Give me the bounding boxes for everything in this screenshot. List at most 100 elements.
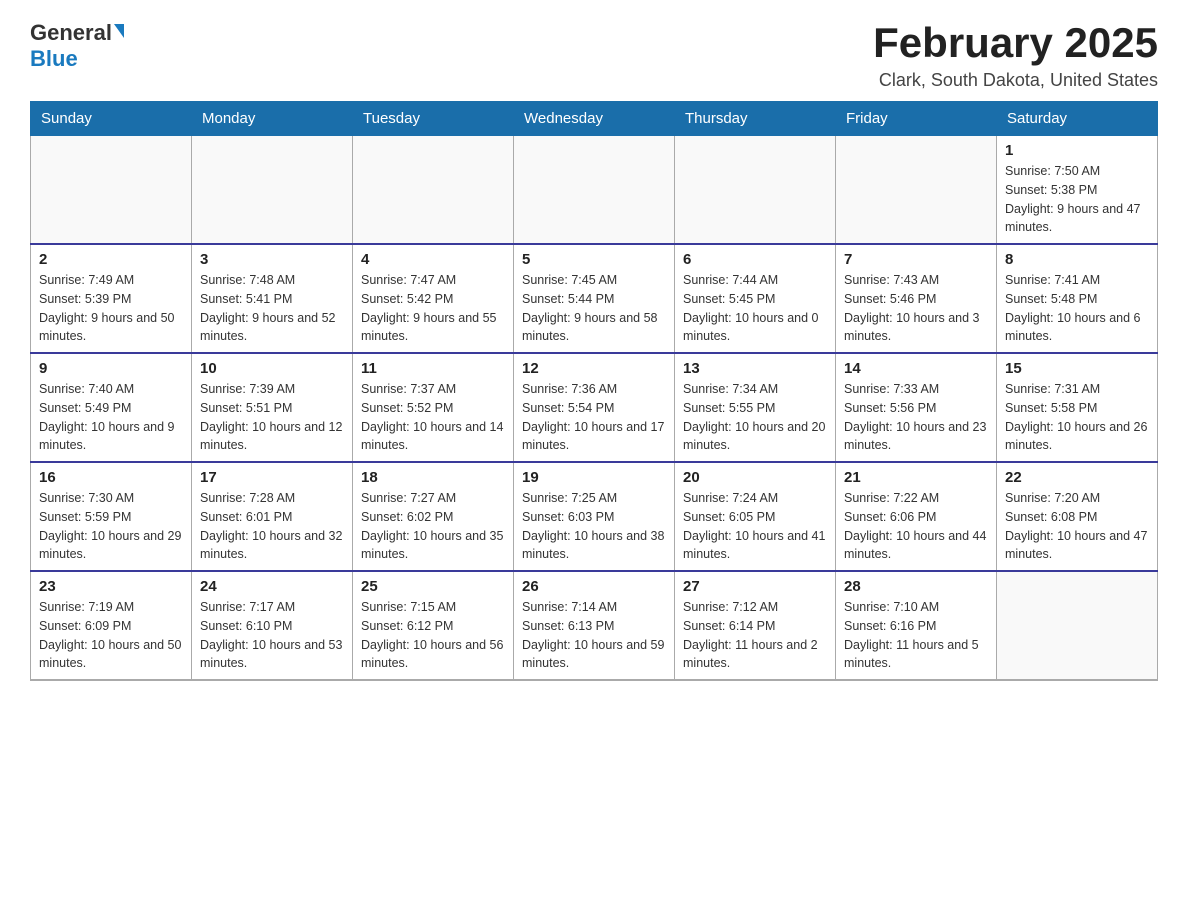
day-number: 26 xyxy=(522,578,666,595)
calendar-day-cell xyxy=(514,136,675,245)
calendar-day-cell: 4 Sunrise: 7:47 AMSunset: 5:42 PMDaylight… xyxy=(353,244,514,353)
calendar-day-cell: 25Sunrise: 7:15 AMSunset: 6:12 PMDayligh… xyxy=(353,571,514,680)
calendar-day-cell: 26 Sunrise: 7:14 AMSunset: 6:13 PMDayligh… xyxy=(514,571,675,680)
calendar-day-cell: 2 Sunrise: 7:49 AMSunset: 5:39 PMDaylight… xyxy=(31,244,192,353)
calendar-day-cell xyxy=(353,136,514,245)
page-header: General Blue February 2025 Clark, South … xyxy=(30,20,1158,91)
calendar-day-cell: 16 Sunrise: 7:30 AMSunset: 5:59 PMDayligh… xyxy=(31,462,192,571)
calendar-day-cell: 20 Sunrise: 7:24 AMSunset: 6:05 PMDayligh… xyxy=(675,462,836,571)
calendar-header-row: SundayMondayTuesdayWednesdayThursdayFrid… xyxy=(31,102,1158,136)
calendar-day-cell: 3 Sunrise: 7:48 AMSunset: 5:41 PMDaylight… xyxy=(192,244,353,353)
calendar-week-row: 16 Sunrise: 7:30 AMSunset: 5:59 PMDayligh… xyxy=(31,462,1158,571)
day-number: 17 xyxy=(200,469,344,486)
calendar-day-cell: 28 Sunrise: 7:10 AMSunset: 6:16 PMDayligh… xyxy=(836,571,997,680)
logo-triangle-icon xyxy=(114,24,124,38)
day-number: 11 xyxy=(361,360,505,377)
day-number: 23 xyxy=(39,578,183,595)
calendar-day-cell xyxy=(192,136,353,245)
calendar-header-friday: Friday xyxy=(836,102,997,136)
day-info: Sunrise: 7:40 AMSunset: 5:49 PMDaylight:… xyxy=(39,380,183,455)
day-info: Sunrise: 7:20 AMSunset: 6:08 PMDaylight:… xyxy=(1005,489,1149,564)
day-info: Sunrise: 7:49 AMSunset: 5:39 PMDaylight:… xyxy=(39,271,183,346)
day-info: Sunrise: 7:43 AMSunset: 5:46 PMDaylight:… xyxy=(844,271,988,346)
day-info: Sunrise: 7:27 AMSunset: 6:02 PMDaylight:… xyxy=(361,489,505,564)
day-info: Sunrise: 7:19 AMSunset: 6:09 PMDaylight:… xyxy=(39,598,183,673)
day-info: Sunrise: 7:50 AMSunset: 5:38 PMDaylight:… xyxy=(1005,162,1149,237)
day-number: 9 xyxy=(39,360,183,377)
logo: General Blue xyxy=(30,20,124,72)
day-info: Sunrise: 7:31 AMSunset: 5:58 PMDaylight:… xyxy=(1005,380,1149,455)
calendar-day-cell: 17 Sunrise: 7:28 AMSunset: 6:01 PMDayligh… xyxy=(192,462,353,571)
calendar-day-cell: 23 Sunrise: 7:19 AMSunset: 6:09 PMDayligh… xyxy=(31,571,192,680)
day-number: 10 xyxy=(200,360,344,377)
day-number: 27 xyxy=(683,578,827,595)
calendar-day-cell: 13Sunrise: 7:34 AMSunset: 5:55 PMDayligh… xyxy=(675,353,836,462)
day-info: Sunrise: 7:12 AMSunset: 6:14 PMDaylight:… xyxy=(683,598,827,673)
day-number: 12 xyxy=(522,360,666,377)
logo-blue-text: Blue xyxy=(30,46,78,72)
day-number: 4 xyxy=(361,251,505,268)
day-info: Sunrise: 7:45 AMSunset: 5:44 PMDaylight:… xyxy=(522,271,666,346)
day-info: Sunrise: 7:39 AMSunset: 5:51 PMDaylight:… xyxy=(200,380,344,455)
day-number: 18 xyxy=(361,469,505,486)
day-number: 21 xyxy=(844,469,988,486)
calendar-day-cell: 11 Sunrise: 7:37 AMSunset: 5:52 PMDayligh… xyxy=(353,353,514,462)
calendar-week-row: 2 Sunrise: 7:49 AMSunset: 5:39 PMDaylight… xyxy=(31,244,1158,353)
logo-general-text: General xyxy=(30,20,112,46)
calendar-day-cell xyxy=(836,136,997,245)
calendar-day-cell xyxy=(31,136,192,245)
calendar-day-cell: 14 Sunrise: 7:33 AMSunset: 5:56 PMDayligh… xyxy=(836,353,997,462)
day-number: 8 xyxy=(1005,251,1149,268)
calendar-day-cell: 12Sunrise: 7:36 AMSunset: 5:54 PMDayligh… xyxy=(514,353,675,462)
day-number: 3 xyxy=(200,251,344,268)
day-info: Sunrise: 7:37 AMSunset: 5:52 PMDaylight:… xyxy=(361,380,505,455)
day-info: Sunrise: 7:17 AMSunset: 6:10 PMDaylight:… xyxy=(200,598,344,673)
calendar-header-saturday: Saturday xyxy=(997,102,1158,136)
calendar-header-wednesday: Wednesday xyxy=(514,102,675,136)
day-info: Sunrise: 7:44 AMSunset: 5:45 PMDaylight:… xyxy=(683,271,827,346)
day-info: Sunrise: 7:22 AMSunset: 6:06 PMDaylight:… xyxy=(844,489,988,564)
calendar-week-row: 1 Sunrise: 7:50 AMSunset: 5:38 PMDaylight… xyxy=(31,136,1158,245)
calendar-day-cell xyxy=(997,571,1158,680)
calendar-day-cell: 21 Sunrise: 7:22 AMSunset: 6:06 PMDayligh… xyxy=(836,462,997,571)
day-info: Sunrise: 7:41 AMSunset: 5:48 PMDaylight:… xyxy=(1005,271,1149,346)
calendar-header-sunday: Sunday xyxy=(31,102,192,136)
day-number: 5 xyxy=(522,251,666,268)
day-info: Sunrise: 7:24 AMSunset: 6:05 PMDaylight:… xyxy=(683,489,827,564)
calendar-week-row: 23 Sunrise: 7:19 AMSunset: 6:09 PMDayligh… xyxy=(31,571,1158,680)
day-info: Sunrise: 7:47 AMSunset: 5:42 PMDaylight:… xyxy=(361,271,505,346)
calendar-day-cell: 1 Sunrise: 7:50 AMSunset: 5:38 PMDaylight… xyxy=(997,136,1158,245)
day-number: 24 xyxy=(200,578,344,595)
calendar-day-cell: 8 Sunrise: 7:41 AMSunset: 5:48 PMDaylight… xyxy=(997,244,1158,353)
day-number: 2 xyxy=(39,251,183,268)
calendar-day-cell: 24 Sunrise: 7:17 AMSunset: 6:10 PMDayligh… xyxy=(192,571,353,680)
day-number: 14 xyxy=(844,360,988,377)
day-number: 7 xyxy=(844,251,988,268)
location-text: Clark, South Dakota, United States xyxy=(873,70,1158,91)
calendar-day-cell: 22Sunrise: 7:20 AMSunset: 6:08 PMDayligh… xyxy=(997,462,1158,571)
day-info: Sunrise: 7:30 AMSunset: 5:59 PMDaylight:… xyxy=(39,489,183,564)
month-year-title: February 2025 xyxy=(873,20,1158,66)
calendar-day-cell: 15Sunrise: 7:31 AMSunset: 5:58 PMDayligh… xyxy=(997,353,1158,462)
day-info: Sunrise: 7:14 AMSunset: 6:13 PMDaylight:… xyxy=(522,598,666,673)
day-info: Sunrise: 7:33 AMSunset: 5:56 PMDaylight:… xyxy=(844,380,988,455)
calendar-header-thursday: Thursday xyxy=(675,102,836,136)
calendar-day-cell: 10 Sunrise: 7:39 AMSunset: 5:51 PMDayligh… xyxy=(192,353,353,462)
calendar-day-cell: 6Sunrise: 7:44 AMSunset: 5:45 PMDaylight… xyxy=(675,244,836,353)
day-number: 1 xyxy=(1005,142,1149,159)
day-number: 28 xyxy=(844,578,988,595)
day-info: Sunrise: 7:10 AMSunset: 6:16 PMDaylight:… xyxy=(844,598,988,673)
calendar-day-cell: 18 Sunrise: 7:27 AMSunset: 6:02 PMDayligh… xyxy=(353,462,514,571)
day-number: 20 xyxy=(683,469,827,486)
calendar-day-cell xyxy=(675,136,836,245)
day-info: Sunrise: 7:28 AMSunset: 6:01 PMDaylight:… xyxy=(200,489,344,564)
calendar-day-cell: 9 Sunrise: 7:40 AMSunset: 5:49 PMDaylight… xyxy=(31,353,192,462)
calendar-week-row: 9 Sunrise: 7:40 AMSunset: 5:49 PMDaylight… xyxy=(31,353,1158,462)
calendar-day-cell: 7 Sunrise: 7:43 AMSunset: 5:46 PMDaylight… xyxy=(836,244,997,353)
day-info: Sunrise: 7:48 AMSunset: 5:41 PMDaylight:… xyxy=(200,271,344,346)
day-number: 13 xyxy=(683,360,827,377)
calendar-header-monday: Monday xyxy=(192,102,353,136)
calendar-day-cell: 19Sunrise: 7:25 AMSunset: 6:03 PMDayligh… xyxy=(514,462,675,571)
day-number: 16 xyxy=(39,469,183,486)
calendar-table: SundayMondayTuesdayWednesdayThursdayFrid… xyxy=(30,101,1158,681)
